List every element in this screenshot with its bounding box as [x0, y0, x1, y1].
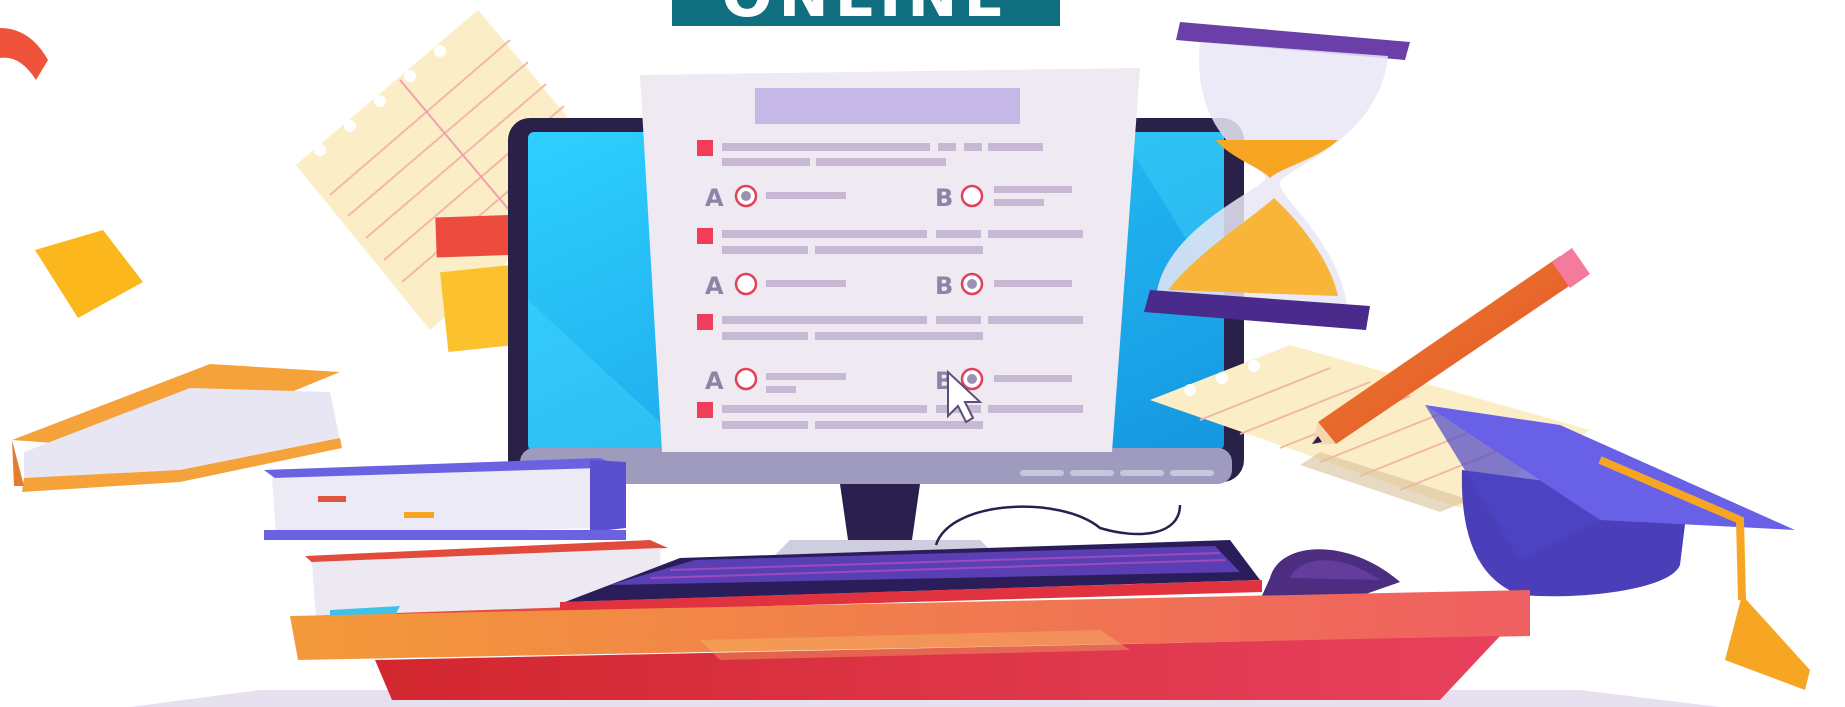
decor-arc: [0, 28, 48, 80]
online-exam-illustration: ONLINE: [0, 0, 1845, 707]
radio-button[interactable]: [960, 184, 984, 208]
radio-button[interactable]: [734, 272, 758, 296]
banner: ONLINE: [672, 0, 1060, 31]
question-marker: [697, 228, 713, 244]
question-marker: [697, 402, 713, 418]
decor-diamond: [35, 230, 143, 318]
option-letter: B: [935, 272, 953, 300]
illustration-canvas: ONLINE: [0, 0, 1810, 707]
option-letter: B: [935, 184, 953, 212]
radio-selected-dot: [967, 374, 977, 384]
book-icon: [264, 458, 626, 540]
mouse: [1260, 549, 1400, 600]
monitor-chin: [520, 448, 1232, 484]
cap-tassel: [1725, 595, 1810, 690]
radio-selected-dot: [967, 279, 977, 289]
quiz-title-placeholder: [755, 88, 1020, 124]
quiz-paper: A B A B A B: [640, 68, 1140, 452]
cable: [934, 504, 1182, 546]
radio-selected-dot: [741, 191, 751, 201]
banner-text: ONLINE: [722, 0, 1011, 31]
radio-button[interactable]: [734, 367, 758, 391]
question-marker: [697, 314, 713, 330]
question-marker: [697, 140, 713, 156]
option-letter: A: [705, 272, 724, 300]
option-letter: A: [705, 367, 724, 395]
monitor-neck: [840, 484, 920, 540]
option-letter: A: [705, 184, 724, 212]
